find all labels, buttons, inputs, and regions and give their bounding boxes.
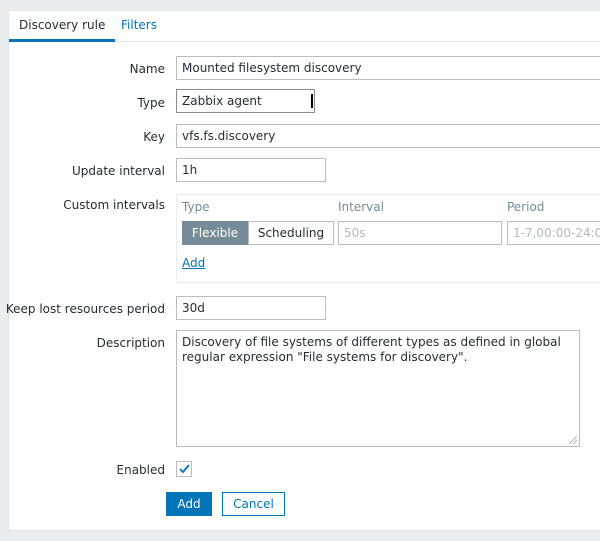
type-select-value: Zabbix agent bbox=[182, 94, 262, 108]
name-input[interactable]: Mounted filesystem discovery bbox=[176, 56, 600, 80]
key-input[interactable]: vfs.fs.discovery bbox=[176, 124, 600, 148]
name-label: Name bbox=[129, 62, 165, 76]
interval-col-period: Period bbox=[507, 200, 545, 214]
keep-lost-input[interactable]: 30d bbox=[176, 296, 326, 320]
dropdown-arrow-icon bbox=[311, 94, 313, 108]
cancel-button[interactable]: Cancel bbox=[222, 492, 285, 516]
add-button[interactable]: Add bbox=[166, 492, 212, 516]
key-label: Key bbox=[143, 130, 165, 144]
description-text: Discovery of file systems of different t… bbox=[182, 335, 561, 364]
add-interval-link[interactable]: Add bbox=[182, 256, 205, 270]
scheduling-toggle[interactable]: Scheduling bbox=[248, 221, 334, 245]
period-input[interactable]: 1-7,00:00-24:00 bbox=[507, 221, 600, 245]
checkmark-icon bbox=[179, 464, 190, 474]
flexible-toggle[interactable]: Flexible bbox=[182, 221, 248, 245]
interval-col-interval: Interval bbox=[338, 200, 384, 214]
enabled-checkbox[interactable] bbox=[176, 461, 192, 477]
description-label: Description bbox=[96, 336, 165, 350]
tab-bar: Discovery rule Filters bbox=[9, 11, 600, 42]
custom-intervals-label: Custom intervals bbox=[63, 198, 165, 212]
tab-filters[interactable]: Filters bbox=[111, 11, 167, 42]
resize-handle-icon[interactable] bbox=[569, 436, 577, 444]
update-interval-input[interactable]: 1h bbox=[176, 158, 326, 182]
tab-discovery-rule[interactable]: Discovery rule bbox=[9, 11, 116, 42]
type-label: Type bbox=[137, 96, 165, 110]
description-textarea[interactable]: Discovery of file systems of different t… bbox=[176, 330, 580, 447]
form-panel: Discovery rule Filters Name Mounted file… bbox=[5, 10, 600, 531]
interval-col-type: Type bbox=[182, 200, 210, 214]
keep-lost-label: Keep lost resources period bbox=[5, 302, 165, 316]
enabled-label: Enabled bbox=[116, 463, 166, 477]
interval-input[interactable]: 50s bbox=[338, 221, 502, 245]
type-select[interactable]: Zabbix agent bbox=[176, 89, 315, 113]
update-interval-label: Update interval bbox=[71, 164, 165, 178]
